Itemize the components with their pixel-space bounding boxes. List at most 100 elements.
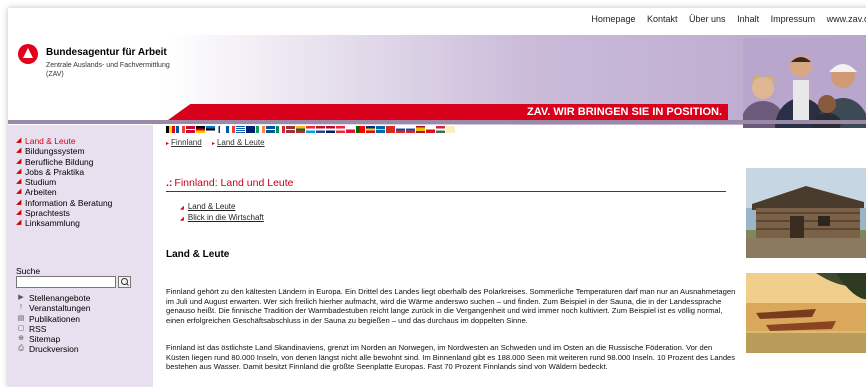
sidebar-item-linksammlung[interactable]: ◢ Linksammlung	[16, 218, 112, 228]
flag-icon[interactable]	[366, 126, 375, 133]
tool-sitemap[interactable]: ⊕ Sitemap	[16, 334, 90, 344]
page-title: .: Finnland: Land und Leute	[166, 177, 726, 189]
print-icon: ⎙	[18, 345, 24, 353]
flag-icon[interactable]	[336, 126, 345, 133]
tool-label: Sitemap	[29, 334, 61, 345]
flag-icon[interactable]	[256, 126, 265, 133]
sidebar-navigation: ◢ Land & Leute ◢ Bildungssystem ◢ Beruflich…	[16, 136, 112, 229]
bullet-icon: ◢	[16, 198, 22, 206]
breadcrumb-finnland[interactable]: Finnland	[166, 138, 202, 147]
flag-icon[interactable]	[406, 126, 415, 133]
section-title: Land & Leute	[166, 249, 230, 260]
sidebar-item-arbeiten[interactable]: ◢ Arbeiten	[16, 187, 112, 197]
sidebar-item-label: Sprachtests	[25, 208, 70, 219]
sauna-photo	[746, 168, 866, 258]
sidebar-item-label: Land & Leute	[25, 136, 76, 146]
tool-rss[interactable]: ▢ RSS	[16, 324, 90, 334]
sidebar-item-label: Jobs & Praktika	[25, 166, 85, 177]
section-links: Land & Leute Blick in die Wirtschaft	[180, 202, 264, 224]
heading-marker-icon: .:	[166, 177, 173, 189]
tool-label: Stellenangebote	[29, 293, 91, 303]
lake-boats-photo	[746, 273, 866, 353]
search-input[interactable]	[16, 276, 116, 288]
topnav-impressum-link[interactable]: Impressum	[771, 14, 816, 24]
topnav-inhalt-link[interactable]: Inhalt	[737, 14, 759, 24]
page-frame: Homepage Kontakt Über uns Inhalt Impress…	[8, 8, 866, 387]
logo-subtitle: Zentrale Auslands- und Fachvermittlung (…	[46, 62, 170, 78]
tool-label: Publikationen	[29, 313, 81, 324]
flag-icon[interactable]	[276, 126, 285, 133]
people-photo	[743, 38, 866, 128]
flag-icon[interactable]	[436, 126, 445, 133]
sidebar-item-bildungssystem[interactable]: ◢ Bildungssystem	[16, 146, 112, 156]
topnav-homepage-link[interactable]: Homepage	[591, 14, 635, 24]
top-navigation: Homepage Kontakt Über uns Inhalt Impress…	[582, 14, 866, 24]
header-divider	[8, 120, 866, 124]
bullet-icon: ◢	[16, 157, 22, 165]
flag-icon[interactable]	[326, 126, 335, 133]
bullet-icon: ◢	[16, 147, 22, 155]
arrow-icon: ▶	[18, 294, 24, 301]
flag-icon[interactable]	[286, 126, 295, 133]
tool-veranstaltungen[interactable]: ! Veranstaltungen	[16, 303, 90, 313]
flag-icon[interactable]	[236, 126, 245, 133]
flag-icon[interactable]	[386, 126, 395, 133]
sidebar-item-studium[interactable]: ◢ Studium	[16, 177, 112, 187]
flag-icon[interactable]	[316, 126, 325, 133]
country-flags	[166, 126, 455, 134]
sublink-wirtschaft[interactable]: Blick in die Wirtschaft	[180, 213, 264, 224]
paragraph-2: Finnland ist das östlichste Land Skandin…	[166, 343, 736, 372]
exclamation-icon: !	[20, 304, 22, 312]
logo-title: Bundesagentur für Arbeit	[46, 47, 167, 58]
bullet-icon: ◢	[16, 188, 22, 196]
flag-icon[interactable]	[176, 126, 185, 133]
tool-publikationen[interactable]: ▤ Publikationen	[16, 314, 90, 324]
bullet-icon: ◢	[16, 167, 22, 175]
flag-icon[interactable]	[266, 126, 275, 133]
topnav-ueber-uns-link[interactable]: Über uns	[689, 14, 726, 24]
title-divider	[166, 191, 726, 192]
flag-icon[interactable]	[396, 126, 405, 133]
flag-icon[interactable]	[216, 126, 225, 133]
flag-icon[interactable]	[356, 126, 365, 133]
sidebar-item-label: Arbeiten	[25, 187, 57, 198]
flag-icon[interactable]	[246, 126, 255, 133]
tool-stellenangebote[interactable]: ▶ Stellenangebote	[16, 293, 90, 303]
flag-icon[interactable]	[346, 126, 355, 133]
flag-icon[interactable]	[206, 126, 215, 133]
flag-icon[interactable]	[306, 126, 315, 133]
flag-icon[interactable]	[166, 126, 175, 133]
flag-icon[interactable]	[426, 126, 435, 133]
sidebar-item-label: Bildungssystem	[25, 146, 85, 157]
sidebar-item-berufliche-bildung[interactable]: ◢ Berufliche Bildung	[16, 157, 112, 167]
bullet-icon: ◢	[16, 209, 22, 217]
tool-druckversion[interactable]: ⎙ Druckversion	[16, 344, 90, 354]
flag-icon[interactable]	[416, 126, 425, 133]
sidebar: ◢ Land & Leute ◢ Bildungssystem ◢ Beruflich…	[8, 125, 153, 387]
sublink-land-leute[interactable]: Land & Leute	[180, 202, 264, 213]
sidebar-item-information-beratung[interactable]: ◢ Information & Beratung	[16, 198, 112, 208]
flag-icon[interactable]	[296, 126, 305, 133]
bullet-icon: ◢	[16, 178, 22, 186]
tool-label: Druckversion	[29, 344, 79, 355]
flag-icon[interactable]	[226, 126, 235, 133]
flag-icon[interactable]	[186, 126, 195, 133]
search-button[interactable]	[118, 276, 131, 288]
sidebar-item-land-leute[interactable]: ◢ Land & Leute	[16, 136, 112, 146]
sidebar-item-label: Studium	[25, 177, 57, 188]
sidebar-item-label: Information & Beratung	[25, 197, 113, 208]
sidebar-item-jobs-praktika[interactable]: ◢ Jobs & Praktika	[16, 167, 112, 177]
sidebar-item-sprachtests[interactable]: ◢ Sprachtests	[16, 208, 112, 218]
bullet-icon: ◢	[16, 219, 22, 227]
sitemap-icon: ⊕	[18, 335, 24, 343]
tool-label: RSS	[29, 323, 47, 334]
breadcrumb-land-leute[interactable]: Land & Leute	[212, 138, 265, 147]
flag-icon[interactable]	[446, 126, 455, 133]
sidebar-item-label: Berufliche Bildung	[25, 156, 94, 167]
topnav-zav-link[interactable]: www.zav.de	[827, 14, 866, 24]
ba-logo-icon	[18, 44, 38, 64]
flag-icon[interactable]	[376, 126, 385, 133]
rss-icon: ▢	[17, 324, 25, 332]
topnav-kontakt-link[interactable]: Kontakt	[647, 14, 678, 24]
flag-icon[interactable]	[196, 126, 205, 133]
